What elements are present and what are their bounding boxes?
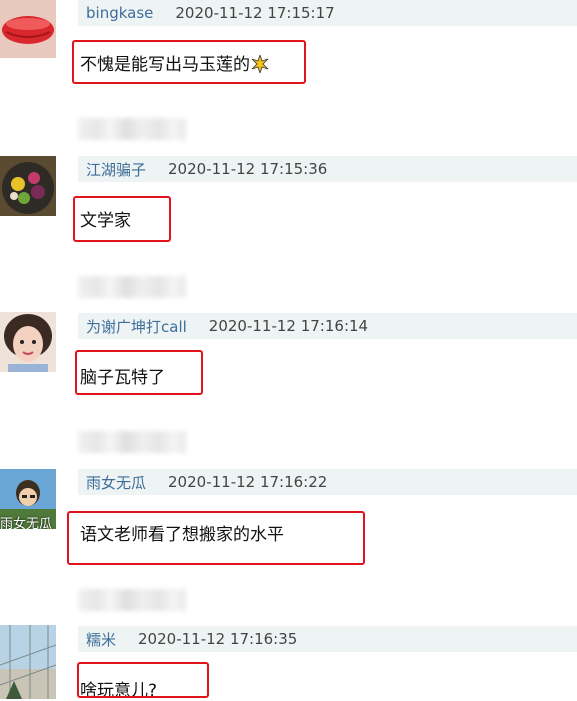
timestamp: 2020-11-12 17:15:36: [168, 160, 328, 178]
timestamp: 2020-11-12 17:16:35: [138, 630, 298, 648]
username-link[interactable]: bingkase: [86, 4, 153, 22]
highlight-box: [67, 511, 365, 565]
timestamp: 2020-11-12 17:16:14: [208, 317, 369, 335]
avatar[interactable]: [0, 625, 56, 699]
highlight-box: [77, 662, 209, 698]
avatar[interactable]: [0, 0, 56, 58]
timestamp: 2020-11-12 17:15:17: [175, 4, 335, 22]
highlight-box: [72, 40, 306, 84]
username-link[interactable]: 江湖骗子: [86, 159, 146, 180]
blurred-reply: [78, 276, 186, 298]
comment-header: 糯米 2020-11-12 17:16:35: [78, 626, 577, 652]
avatar[interactable]: 雨女无瓜: [0, 469, 56, 529]
username-link[interactable]: 雨女无瓜: [86, 472, 146, 493]
timestamp: 2020-11-12 17:16:22: [168, 473, 328, 491]
avatar-caption: 雨女无瓜: [0, 517, 53, 529]
comment-header: 为谢广坤打call 2020-11-12 17:16:14: [78, 313, 577, 339]
username-link[interactable]: 糯米: [86, 629, 116, 650]
highlight-box: [75, 350, 203, 395]
blurred-reply: [78, 118, 186, 140]
comment-header: 江湖骗子 2020-11-12 17:15:36: [78, 156, 577, 182]
avatar[interactable]: [0, 312, 56, 372]
highlight-box: [73, 196, 171, 242]
username-link[interactable]: 为谢广坤打call: [86, 316, 187, 337]
blurred-reply: [78, 431, 186, 453]
blurred-reply: [78, 589, 186, 611]
comment-header: bingkase 2020-11-12 17:15:17: [78, 0, 577, 26]
comment-header: 雨女无瓜 2020-11-12 17:16:22: [78, 469, 577, 495]
avatar[interactable]: [0, 156, 56, 216]
